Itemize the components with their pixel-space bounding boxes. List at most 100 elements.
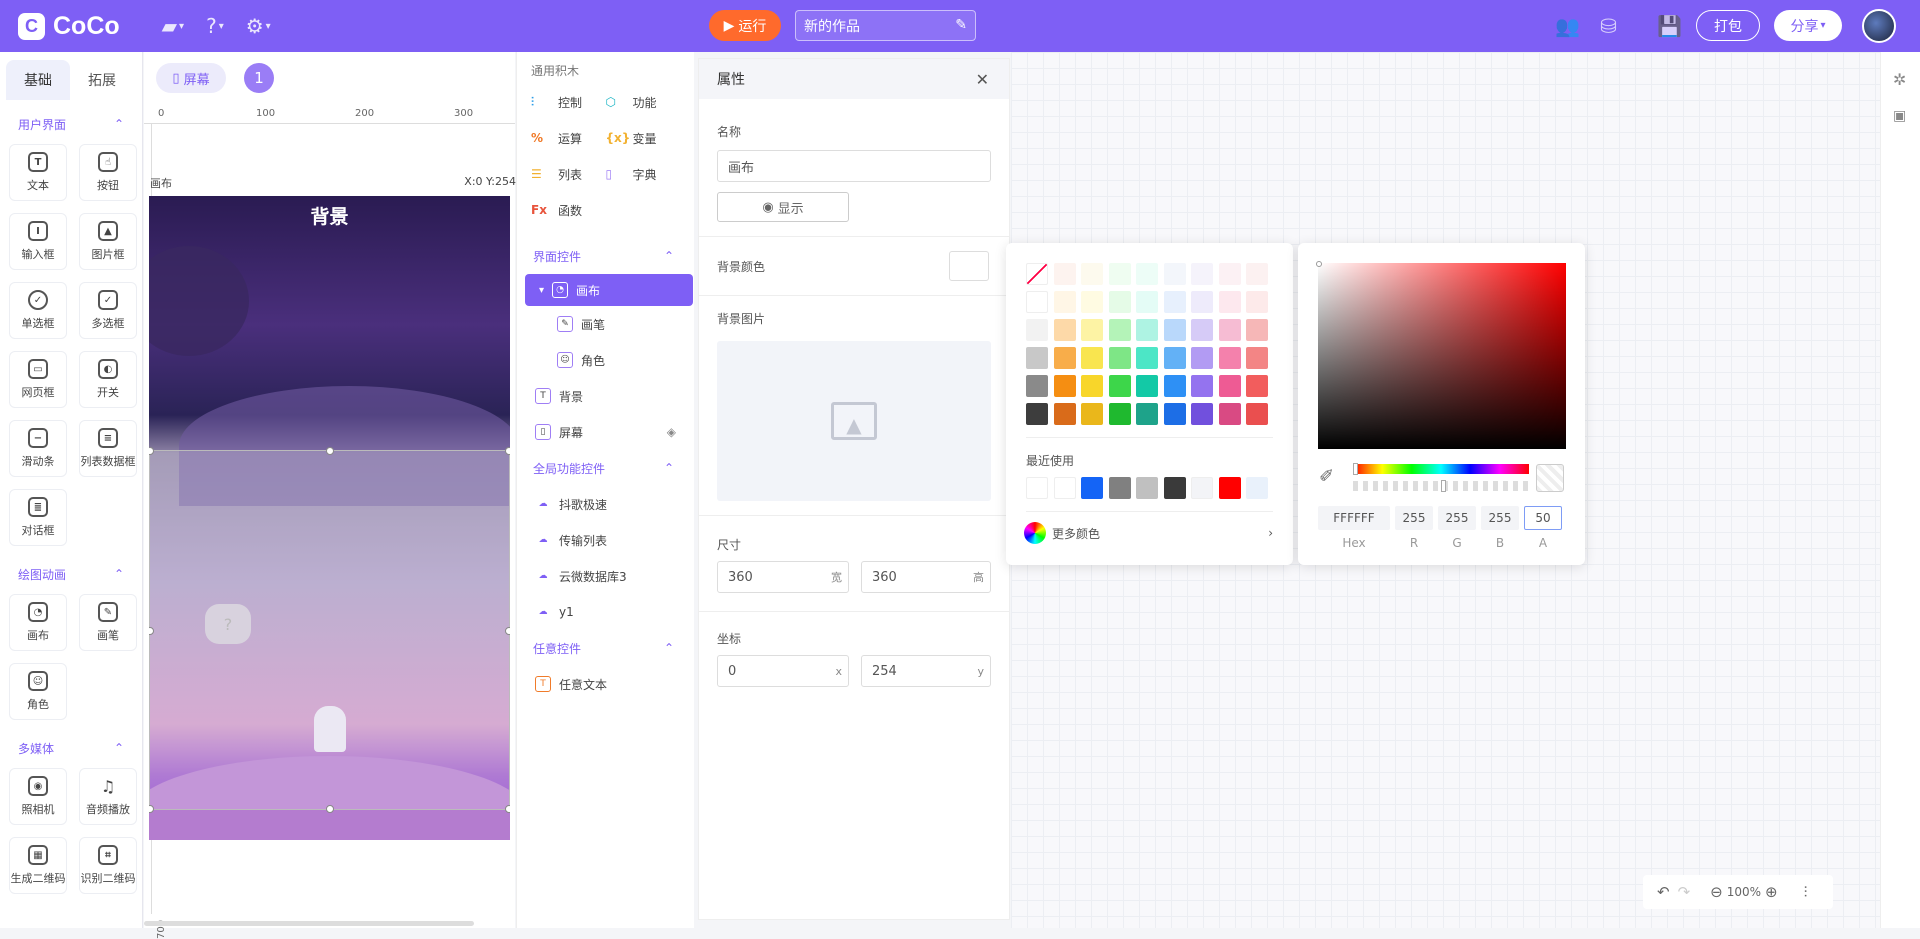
b-input[interactable]: 255: [1481, 506, 1519, 530]
block-category-dict[interactable]: ▯ 字典: [606, 156, 681, 192]
color-swatch[interactable]: [1218, 291, 1241, 313]
a-input[interactable]: 50: [1524, 506, 1562, 530]
component-slider[interactable]: − 滑动条: [9, 420, 67, 477]
color-swatch[interactable]: [1246, 263, 1268, 285]
any-controls-section[interactable]: 任意控件 ⌃: [517, 630, 694, 666]
recent-color-swatch[interactable]: [1108, 477, 1131, 499]
tree-item-sprite[interactable]: ☺ 角色: [517, 342, 694, 378]
recent-color-swatch[interactable]: [1218, 477, 1241, 499]
color-swatch[interactable]: [1026, 319, 1048, 341]
bg-color-swatch[interactable]: [949, 251, 989, 281]
component-text[interactable]: T 文本: [9, 144, 67, 201]
block-category-list[interactable]: ☰ 列表: [531, 156, 606, 192]
alpha-slider[interactable]: [1353, 480, 1529, 492]
color-swatch[interactable]: [1136, 319, 1158, 341]
color-swatch[interactable]: [1108, 263, 1131, 285]
color-swatch[interactable]: [1026, 375, 1048, 397]
stage-scrollbar[interactable]: [144, 921, 474, 926]
resize-handle[interactable]: [149, 447, 154, 455]
block-category-fx[interactable]: Fx 函数: [531, 192, 613, 228]
color-swatch[interactable]: [1191, 319, 1213, 341]
storage-icon[interactable]: ▣: [1893, 108, 1906, 124]
color-swatch[interactable]: [1053, 291, 1076, 313]
ui-controls-section[interactable]: 界面控件 ⌃: [517, 238, 694, 274]
screen-button[interactable]: ▯ 屏幕: [156, 63, 226, 93]
run-button[interactable]: ▶ 运行: [709, 10, 781, 41]
color-swatch[interactable]: [1108, 347, 1131, 369]
color-swatch[interactable]: [1108, 291, 1131, 313]
resize-handle[interactable]: [505, 627, 510, 635]
section-draw[interactable]: 绘图动画 ⌃: [0, 564, 142, 584]
color-swatch[interactable]: [1136, 291, 1158, 313]
tree-item-background[interactable]: T 背景: [517, 378, 694, 414]
color-swatch[interactable]: [1053, 375, 1076, 397]
component-button[interactable]: ☝ 按钮: [79, 144, 137, 201]
block-category-operator[interactable]: % 运算: [531, 120, 606, 156]
visibility-toggle[interactable]: ◉ 显示: [717, 192, 849, 222]
tree-item-any-text[interactable]: T 任意文本: [517, 666, 694, 702]
share-button[interactable]: 分享 ▾: [1774, 10, 1842, 41]
resize-handle[interactable]: [149, 627, 154, 635]
file-menu[interactable]: ▰ ▾: [162, 14, 184, 38]
close-icon[interactable]: ✕: [976, 70, 989, 89]
x-input[interactable]: 0x: [717, 655, 849, 687]
color-swatch[interactable]: [1191, 375, 1213, 397]
color-swatch[interactable]: [1246, 319, 1268, 341]
global-controls-section[interactable]: 全局功能控件 ⌃: [517, 450, 694, 486]
stage-canvas[interactable]: 背景 ?: [149, 196, 510, 840]
color-swatch[interactable]: [1163, 263, 1186, 285]
save-icon[interactable]: 💾: [1657, 14, 1682, 38]
recent-color-swatch[interactable]: [1081, 477, 1103, 499]
tree-item-canvas[interactable]: ▾ ◔ 画布: [525, 274, 693, 306]
component-canvas[interactable]: ◔ 画布: [9, 594, 67, 651]
width-input[interactable]: 360 宽: [717, 561, 849, 593]
color-swatch[interactable]: [1163, 347, 1186, 369]
bg-image-upload[interactable]: ▲: [717, 341, 991, 501]
tab-extension[interactable]: 拓展: [70, 60, 134, 100]
component-list-data[interactable]: ≡ 列表数据框: [79, 420, 137, 477]
canvas-selection[interactable]: [149, 447, 510, 813]
recent-color-swatch[interactable]: [1191, 477, 1213, 499]
section-ui[interactable]: 用户界面 ⌃: [0, 114, 142, 134]
color-swatch[interactable]: [1026, 347, 1048, 369]
color-swatch[interactable]: [1053, 263, 1076, 285]
help-menu[interactable]: ? ▾: [206, 14, 224, 38]
hue-handle[interactable]: [1353, 463, 1358, 475]
r-input[interactable]: 255: [1395, 506, 1433, 530]
layers-icon[interactable]: ◈: [667, 425, 676, 439]
bug-icon[interactable]: ✲: [1893, 70, 1906, 89]
color-swatch[interactable]: [1081, 403, 1103, 425]
pack-button[interactable]: 打包: [1696, 10, 1760, 41]
project-title-input[interactable]: 新的作品 ✎: [795, 10, 976, 41]
align-icon[interactable]: ⫶: [1804, 883, 1808, 901]
color-swatch[interactable]: [1081, 375, 1103, 397]
tab-basic[interactable]: 基础: [6, 60, 70, 100]
section-media[interactable]: 多媒体 ⌃: [0, 738, 142, 758]
color-swatch[interactable]: [1191, 347, 1213, 369]
color-swatch[interactable]: [1108, 403, 1131, 425]
color-swatch[interactable]: [1081, 319, 1103, 341]
color-swatch[interactable]: [1246, 403, 1268, 425]
component-audio[interactable]: ♫ 音频播放: [79, 768, 137, 825]
color-swatch[interactable]: [1053, 319, 1076, 341]
tree-item-screen[interactable]: ▯ 屏幕 ◈: [517, 414, 694, 450]
component-checkbox[interactable]: ✓ 多选框: [79, 282, 137, 339]
color-swatch[interactable]: [1163, 403, 1186, 425]
color-swatch[interactable]: [1136, 403, 1158, 425]
color-swatch[interactable]: [1026, 403, 1048, 425]
component-image[interactable]: ▲ 图片框: [79, 213, 137, 270]
users-icon[interactable]: 👥: [1555, 14, 1580, 38]
block-category-control[interactable]: ⫶ 控制: [531, 84, 606, 120]
resize-handle[interactable]: [505, 447, 510, 455]
component-input[interactable]: I 输入框: [9, 213, 67, 270]
color-swatch[interactable]: [1191, 263, 1213, 285]
component-qr-generate[interactable]: ▦ 生成二维码: [9, 837, 67, 894]
color-swatch[interactable]: [1081, 291, 1103, 313]
settings-menu[interactable]: ⚙ ▾: [246, 14, 271, 38]
resize-handle[interactable]: [326, 805, 334, 813]
color-swatch[interactable]: [1163, 291, 1186, 313]
component-radio[interactable]: ✓ 单选框: [9, 282, 67, 339]
component-sprite[interactable]: ☺ 角色: [9, 663, 67, 720]
recent-color-swatch[interactable]: [1163, 477, 1186, 499]
recent-color-swatch[interactable]: [1246, 477, 1268, 499]
